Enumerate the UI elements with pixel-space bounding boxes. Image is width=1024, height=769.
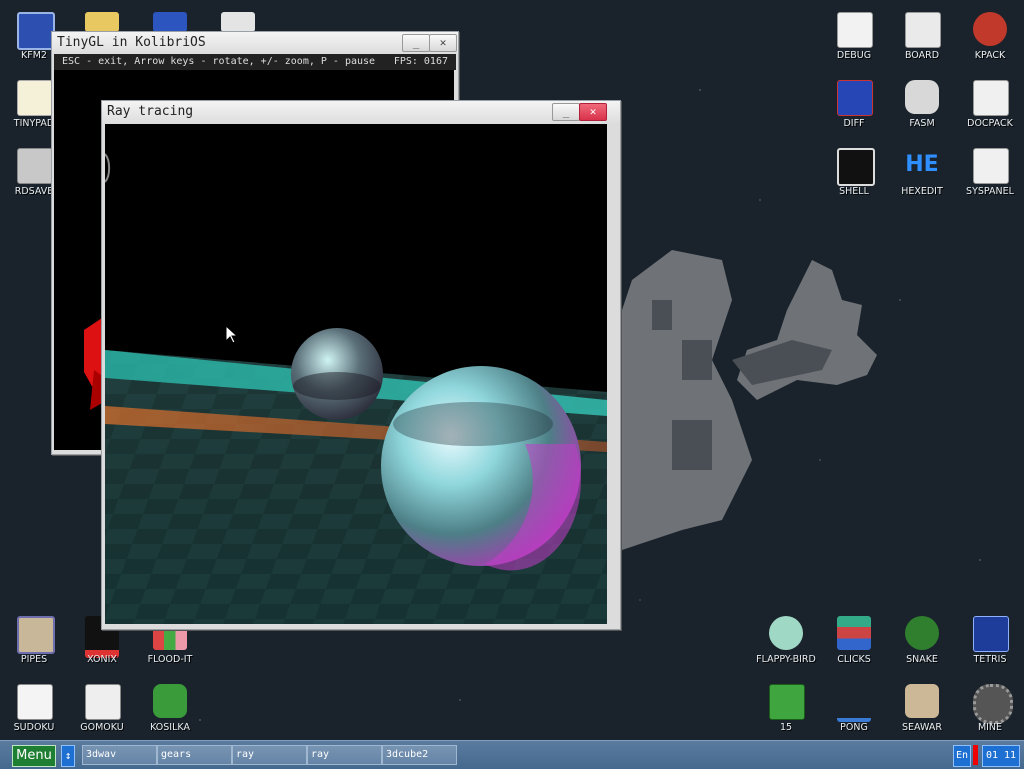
desktop-icon-gomoku[interactable]: GOMOKU [68,682,136,740]
desktop-icon-docpack[interactable]: DOCPACK [956,78,1024,138]
desktop-icon-pong[interactable]: PONG [820,682,888,740]
taskbar-task-ray[interactable]: ray [232,745,307,765]
lawnmower-icon [153,684,187,718]
bug-icon [837,12,873,48]
wallpaper-tree-house [612,250,877,550]
window-title: Ray tracing [107,104,194,119]
taskbar: Menu ↕ 3dwav gears ray ray 3dcube2 En 01… [0,740,1024,769]
snake-icon [905,616,939,650]
minimize-button[interactable]: _ [552,103,580,121]
start-menu-button[interactable]: Menu [12,745,56,767]
floppy-disk-icon [17,12,55,50]
board-icon [905,12,941,48]
taskbar-task-3dcube2[interactable]: 3dcube2 [382,745,457,765]
desktop-icon-syspanel[interactable]: SYSPANEL [956,146,1024,206]
taskbar-task-3dwav[interactable]: 3dwav [82,745,157,765]
pong-icon [837,684,871,722]
desktop-icon-kpack[interactable]: KPACK [956,10,1024,70]
activity-indicator [973,745,978,765]
monitor-app-icon [153,12,187,32]
desktop-icon-board[interactable]: BOARD [888,10,956,70]
sudoku-icon [17,684,53,720]
desktop-icon-seawar[interactable]: SEAWAR [888,682,956,740]
desktop-icon-fasm[interactable]: FASM [888,78,956,138]
desktop-icon-mine[interactable]: MINE [956,682,1024,740]
folder-icon [85,12,119,32]
close-button[interactable]: ✕ [429,34,457,52]
desktop-icon-tetris[interactable]: TETRIS [956,614,1024,674]
wrench-icon [973,12,1007,46]
fifteen-puzzle-icon [769,684,805,720]
desktop-icon-flappy-bird[interactable]: FLAPPY-BIRD [752,614,820,674]
gomoku-icon [85,684,121,720]
desktop[interactable]: KFM2 TINYPAD RDSAVE DEBUG BOARD KPACK DI… [0,0,1024,740]
tinygl-titlebar[interactable]: TinyGL in KolibriOS _ ✕ [52,32,458,54]
fps-counter: FPS: 0167 [393,56,448,67]
mouse-cursor-icon [226,326,238,344]
window-title: TinyGL in KolibriOS [57,35,206,50]
raytracing-render-area[interactable] [105,124,607,624]
language-indicator[interactable]: En [953,745,971,767]
desktop-icon-clicks[interactable]: CLICKS [820,614,888,674]
task-switch-button[interactable]: ↕ [61,745,75,767]
notepad-icon [17,80,53,116]
desktop-icon-hexedit[interactable]: HE HEXEDIT [888,146,956,206]
raytraced-scene [105,153,607,624]
ram-disk-icon [17,148,53,184]
close-button[interactable]: ✕ [579,103,607,121]
desktop-icon-pipes[interactable]: PIPES [0,614,68,674]
desktop-icon-kosilka[interactable]: KOSILKA [136,682,204,740]
desktop-icon-15[interactable]: 15 [752,682,820,740]
terminal-icon [837,148,875,186]
hexedit-icon: HE [905,152,939,177]
taskbar-task-gears[interactable]: gears [157,745,232,765]
minimize-button[interactable]: _ [402,34,430,52]
sliders-icon [973,148,1009,184]
desktop-icon-debug[interactable]: DEBUG [820,10,888,70]
bird-icon [769,616,803,650]
desktop-icon-sudoku[interactable]: SUDOKU [0,682,68,740]
pipes-icon [17,616,55,654]
fasm-anvil-icon [905,80,939,114]
ship-icon [905,684,939,718]
clock[interactable]: 01 11 [982,745,1020,767]
tetris-icon [973,616,1009,652]
desktop-icon-shell[interactable]: SHELL [820,146,888,206]
calculator-icon [221,12,255,32]
controls-hint: ESC - exit, Arrow keys - rotate, +/- zoo… [62,56,376,67]
taskbar-task-ray[interactable]: ray [307,745,382,765]
desktop-icon-snake[interactable]: SNAKE [888,614,956,674]
desktop-icon-diff[interactable]: DIFF [820,78,888,138]
drawer-icon [973,80,1009,116]
tinygl-status-bar: ESC - exit, Arrow keys - rotate, +/- zoo… [54,54,456,70]
diff-icon [837,80,873,116]
raytracing-window[interactable]: Ray tracing _ ✕ [101,100,621,630]
raytracing-titlebar[interactable]: Ray tracing _ ✕ [102,101,620,123]
blocks-icon [837,616,871,650]
mine-icon [973,684,1013,724]
